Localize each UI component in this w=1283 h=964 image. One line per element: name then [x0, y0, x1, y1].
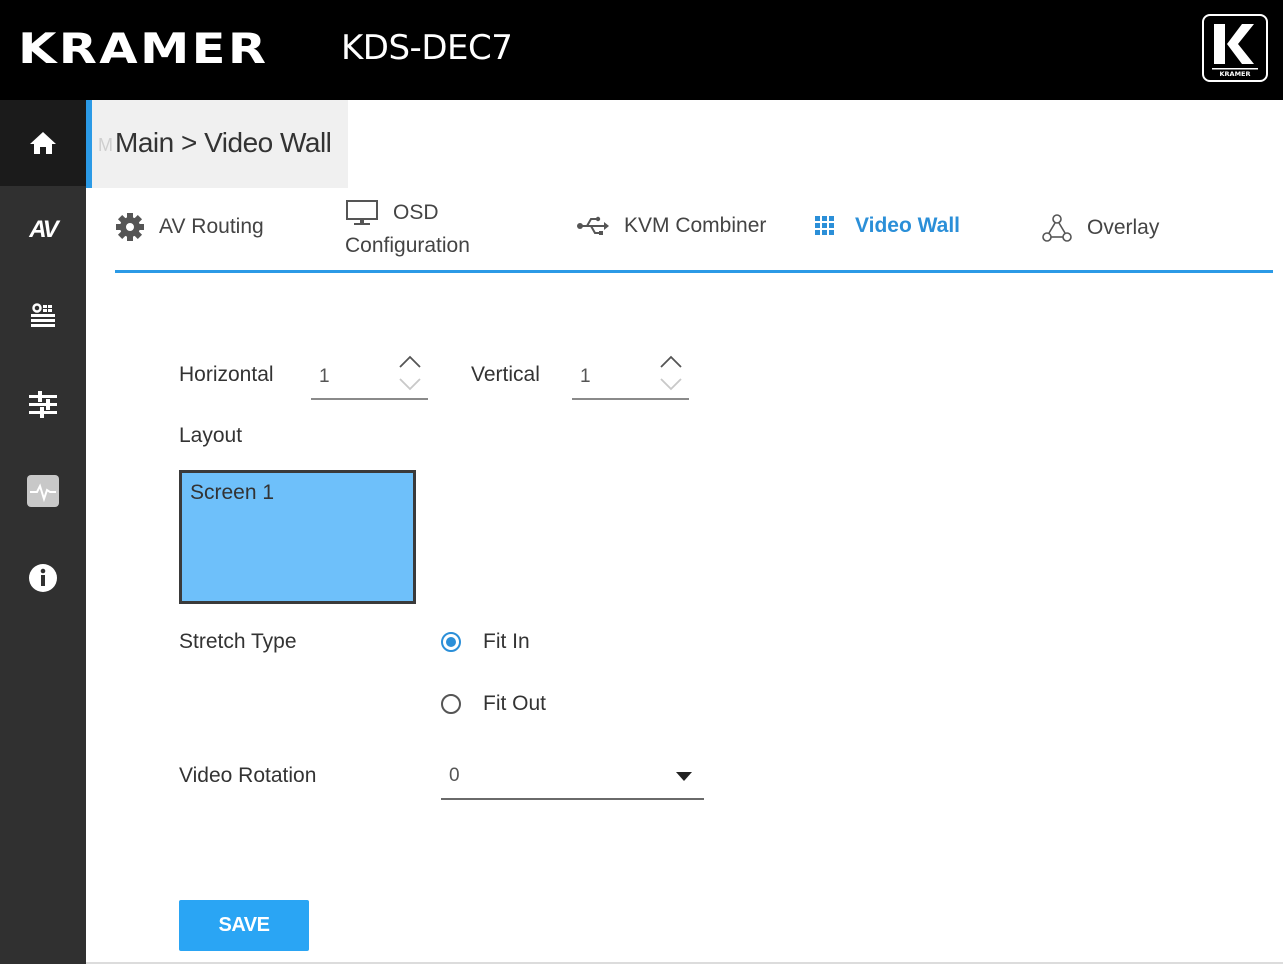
av-icon: AV: [29, 216, 59, 243]
sidebar-item-adjustments[interactable]: [0, 361, 86, 447]
radio-fit-in-label: Fit In: [483, 630, 530, 653]
sidebar: AV: [0, 100, 86, 964]
tab-osd-label-line1: OSD: [393, 201, 439, 224]
vertical-value: 1: [580, 366, 591, 387]
tab-av-routing-label: AV Routing: [159, 215, 264, 238]
tab-overlay[interactable]: Overlay: [1041, 212, 1159, 244]
sidebar-item-info[interactable]: [0, 535, 86, 621]
brand-name: KRAMER: [18, 24, 269, 73]
sidebar-item-home[interactable]: [0, 100, 86, 186]
sidebar-item-diagnostics[interactable]: [0, 448, 86, 534]
gear-icon: [115, 212, 145, 242]
overlay-icon: [1041, 212, 1073, 244]
tab-video-wall[interactable]: Video Wall: [815, 214, 960, 238]
info-icon: [29, 564, 57, 592]
screen-label: Screen 1: [190, 481, 275, 504]
radio-unchecked-icon: [441, 694, 461, 714]
top-header: KRAMER KDS-DEC7 KRAMER: [0, 0, 1283, 100]
usb-icon: [576, 214, 610, 238]
sliders-icon: [29, 391, 57, 418]
layout-label: Layout: [179, 424, 243, 447]
tab-kvm-combiner-label: KVM Combiner: [624, 214, 767, 237]
tab-kvm-combiner[interactable]: KVM Combiner: [576, 214, 766, 238]
breadcrumb: M Main > Video Wall: [86, 100, 348, 188]
spinner-arrows-icon[interactable]: [398, 354, 422, 400]
tabs-underline: [115, 270, 1273, 273]
grid-icon: [815, 216, 835, 236]
radio-fit-in[interactable]: Fit In: [441, 630, 530, 654]
sidebar-item-settings[interactable]: [0, 274, 86, 360]
tab-osd-configuration[interactable]: OSD Configuration: [345, 198, 470, 258]
radio-fit-out-label: Fit Out: [483, 692, 547, 715]
video-rotation-label: Video Rotation: [179, 764, 317, 787]
breadcrumb-path: Main > Video Wall: [115, 127, 332, 158]
layout-screen-1[interactable]: Screen 1: [179, 470, 416, 604]
tab-osd-label-line2: Configuration: [345, 234, 470, 257]
tab-av-routing[interactable]: AV Routing: [115, 212, 264, 242]
radio-checked-icon: [441, 632, 461, 652]
sidebar-item-av[interactable]: AV: [0, 187, 86, 273]
home-icon: [30, 132, 56, 154]
spinner-arrows-icon[interactable]: [659, 354, 683, 400]
stretch-type-label: Stretch Type: [179, 630, 297, 653]
monitor-icon: [345, 199, 379, 227]
caret-down-icon: [676, 772, 692, 781]
vertical-stepper[interactable]: 1: [572, 355, 689, 400]
horizontal-label: Horizontal: [179, 363, 274, 386]
video-rotation-select[interactable]: 0: [441, 756, 704, 800]
video-rotation-value: 0: [449, 765, 460, 786]
radio-fit-out[interactable]: Fit Out: [441, 692, 546, 716]
horizontal-stepper[interactable]: 1: [311, 355, 428, 400]
tab-overlay-label: Overlay: [1087, 216, 1160, 239]
vertical-label: Vertical: [471, 363, 540, 386]
settings-list-icon: [31, 303, 55, 327]
device-name: KDS-DEC7: [341, 28, 513, 68]
tab-video-wall-label: Video Wall: [855, 214, 961, 237]
diagnostics-icon: [27, 475, 59, 507]
logo-caption: KRAMER: [1220, 70, 1251, 78]
breadcrumb-ghost-text: M: [98, 135, 113, 155]
save-button[interactable]: SAVE: [179, 900, 309, 951]
horizontal-value: 1: [319, 366, 330, 387]
kramer-logo-icon: KRAMER: [1202, 14, 1268, 82]
